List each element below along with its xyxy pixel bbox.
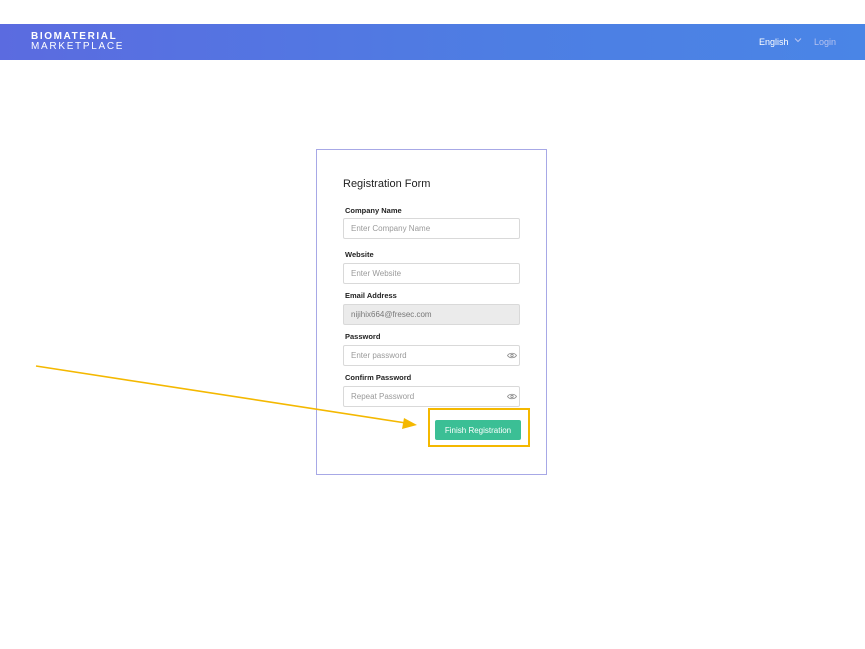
confirm-password-label: Confirm Password	[345, 373, 412, 382]
confirm-password-input[interactable]	[343, 386, 520, 407]
top-navbar: BIOMATERIAL MARKETPLACE English Login	[0, 24, 865, 60]
form-title: Registration Form	[343, 178, 431, 190]
eye-icon[interactable]	[507, 393, 517, 400]
chevron-down-icon[interactable]	[794, 36, 802, 45]
email-label: Email Address	[345, 291, 397, 300]
website-input[interactable]	[343, 263, 520, 284]
language-selector[interactable]: English	[759, 37, 789, 47]
eye-icon[interactable]	[507, 352, 517, 359]
company-name-input[interactable]	[343, 218, 520, 239]
email-input[interactable]	[343, 304, 520, 325]
password-label: Password	[345, 332, 381, 341]
logo-line2: MARKETPLACE	[31, 41, 125, 52]
brand-logo[interactable]: BIOMATERIAL MARKETPLACE	[31, 31, 125, 52]
annotation-highlight-box	[428, 408, 530, 447]
logo-line1: BIOMATERIAL	[31, 31, 118, 42]
website-label: Website	[345, 250, 374, 259]
password-input[interactable]	[343, 345, 520, 366]
company-name-label: Company Name	[345, 206, 402, 215]
login-link[interactable]: Login	[814, 37, 836, 47]
